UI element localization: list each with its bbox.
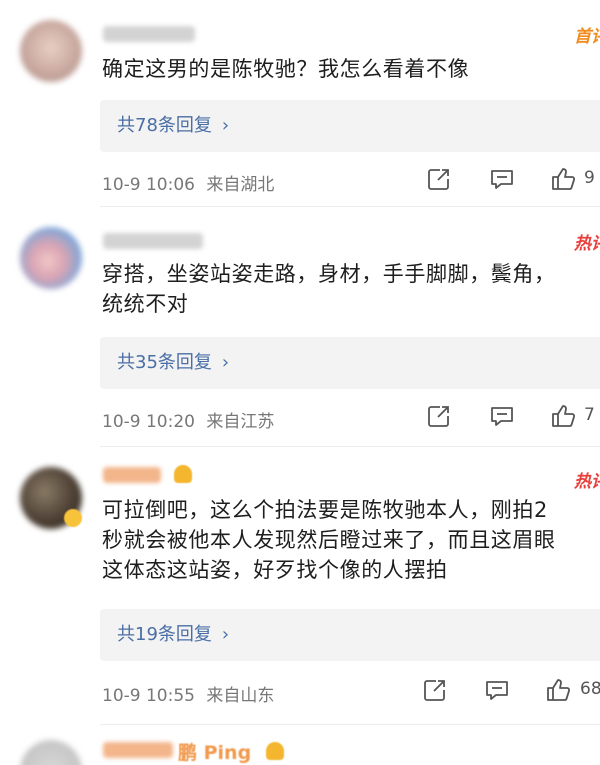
- like-count: 7: [584, 405, 595, 425]
- chevron-right-icon: ›: [221, 352, 230, 373]
- replies-box[interactable]: 共78条回复 ›: [100, 100, 600, 152]
- comment-text-line: 可拉倒吧，这么个拍法要是陈牧驰本人，刚拍2: [102, 498, 548, 522]
- replies-count-label: 共78条回复: [117, 115, 212, 136]
- like-count: 68: [580, 679, 600, 699]
- comment-text-line: 确定这男的是陈牧驰？我怎么看着不像: [102, 57, 470, 81]
- share-icon[interactable]: [426, 403, 454, 431]
- like-count: 9: [584, 168, 595, 188]
- view-replies-link[interactable]: 共35条回复 ›: [117, 337, 229, 389]
- like-icon[interactable]: [550, 403, 578, 431]
- username-blurred[interactable]: [103, 26, 195, 42]
- comment-text-line: 秒就会被他本人发现然后瞪过来了，而且这眉眼: [102, 528, 556, 552]
- comment-icon[interactable]: [484, 677, 512, 705]
- username-partial[interactable]: 鹏 Ping: [178, 738, 251, 765]
- avatar[interactable]: [20, 20, 82, 82]
- comment-text: 确定这男的是陈牧驰？我怎么看着不像: [102, 54, 600, 84]
- comment-text: 可拉倒吧，这么个拍法要是陈牧驰本人，刚拍2 秒就会被他本人发现然后瞪过来了，而且…: [102, 495, 600, 585]
- chevron-right-icon: ›: [221, 115, 230, 136]
- comment-actions: 9: [0, 166, 600, 196]
- avatar[interactable]: [20, 227, 82, 289]
- username-blurred[interactable]: [103, 233, 203, 249]
- like-icon[interactable]: [550, 166, 578, 194]
- crown-badge-icon: [64, 509, 82, 527]
- comment-text-line: 统统不对: [102, 292, 189, 316]
- comment-actions: 68: [0, 677, 600, 707]
- comment-icon[interactable]: [489, 166, 517, 194]
- replies-box[interactable]: 共35条回复 ›: [100, 337, 600, 389]
- replies-box[interactable]: 共19条回复 ›: [100, 609, 600, 661]
- username-blurred[interactable]: [103, 467, 161, 483]
- hot-comment-tag: 热评: [574, 234, 600, 254]
- top-comment-tag: 首评: [574, 27, 600, 47]
- username-blurred[interactable]: [103, 742, 173, 758]
- crown-badge-icon: [174, 465, 192, 483]
- comment-list: 首评 确定这男的是陈牧驰？我怎么看着不像 共78条回复› 10-9 10:06 …: [0, 0, 600, 765]
- hot-comment-tag: 热评: [574, 472, 600, 492]
- view-replies-link[interactable]: 共19条回复 ›: [117, 609, 229, 661]
- view-replies-link[interactable]: 共78条回复 ›: [117, 100, 229, 152]
- username-partial-text: 鹏 Ping: [178, 742, 252, 764]
- like-icon[interactable]: [545, 677, 573, 705]
- avatar[interactable]: [20, 740, 82, 765]
- replies-count-label: 共35条回复: [117, 352, 212, 373]
- share-icon[interactable]: [426, 166, 454, 194]
- comment-item: 热评 穿搭，坐姿站姿走路，身材，手手脚脚，鬓角， 统统不对 共35条回复› 10…: [0, 207, 600, 447]
- comment-item: 首评 确定这男的是陈牧驰？我怎么看着不像 共78条回复› 10-9 10:06 …: [0, 0, 600, 207]
- crown-badge-icon: [266, 742, 284, 760]
- comment-actions: 7: [0, 403, 600, 433]
- share-icon[interactable]: [422, 677, 450, 705]
- chevron-right-icon: ›: [221, 624, 230, 645]
- replies-count-label: 共19条回复: [117, 624, 212, 645]
- comment-text-line: 穿搭，坐姿站姿走路，身材，手手脚脚，鬓角，: [102, 262, 556, 286]
- comment-item: 热评 可拉倒吧，这么个拍法要是陈牧驰本人，刚拍2 秒就会被他本人发现然后瞪过来了…: [0, 447, 600, 725]
- comment-text: 穿搭，坐姿站姿走路，身材，手手脚脚，鬓角， 统统不对: [102, 259, 600, 319]
- divider: [100, 724, 600, 725]
- comment-icon[interactable]: [489, 403, 517, 431]
- comment-text-line: 这体态这站姿，好歹找个像的人摆拍: [102, 558, 448, 582]
